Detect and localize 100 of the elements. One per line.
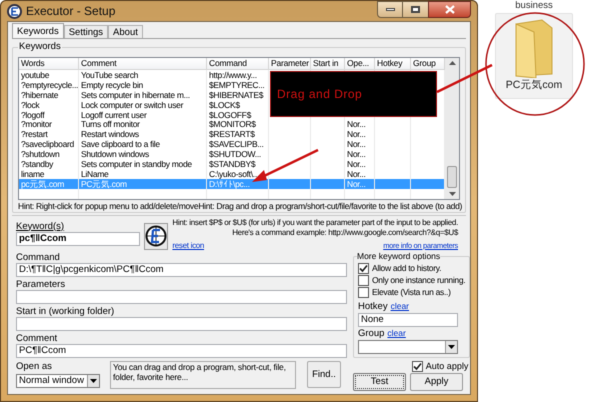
table-cell: http://www.y... [209, 70, 257, 80]
hint-text: Hint: Drag and drop a program/short-cut/file/favorite to the list above (to add) [198, 200, 462, 211]
table-cell: $LOCK$ [209, 100, 240, 110]
table-cell: Nor... [347, 178, 366, 189]
table-cell: pc元気.com [21, 178, 64, 189]
open-as-select[interactable]: Normal window [16, 374, 100, 388]
column-header[interactable]: Words [19, 58, 79, 70]
tab[interactable]: Settings [64, 25, 108, 38]
table-cell: liname [21, 168, 44, 179]
table-cell: Nor... [347, 168, 366, 179]
reset-icon-link[interactable]: reset icon [172, 240, 204, 251]
table-cell: $SHUTDOW... [209, 149, 261, 160]
table-cell: ?lock [21, 100, 40, 110]
clear-link[interactable]: clear [387, 328, 406, 339]
table-cell: C:\yuko-soft\... [209, 168, 259, 179]
hotkey-field[interactable]: None [358, 312, 458, 327]
comment-field[interactable]: PC¶‖Ccom [16, 344, 347, 358]
app-logo-icon [7, 4, 22, 18]
desktop-caption: business [515, 1, 553, 11]
test-button[interactable]: Test [353, 372, 406, 391]
scrollbar[interactable] [445, 58, 459, 199]
clear-link[interactable]: clear [390, 300, 410, 312]
table-cell: Nor... [347, 139, 366, 150]
group-select[interactable] [358, 340, 458, 354]
table-cell: PC元気.com [81, 178, 127, 189]
table-cell: ?saveclipboard [21, 139, 74, 150]
table-cell: $EMPTYREC... [209, 80, 264, 90]
hint-text: Here's a command example: http://www.google.com/search?&q=$U$ [232, 228, 458, 238]
table-cell: Logoff current user [81, 110, 146, 120]
table-cell: $LOGOFF$ [209, 110, 252, 120]
table-cell: Nor... [347, 159, 366, 170]
table-cell: D:\ｻｲﾄ\pc... [209, 178, 250, 189]
find-button[interactable]: Find.. [307, 360, 341, 388]
column-header[interactable]: Command [207, 58, 269, 70]
tab[interactable]: Keywords [12, 23, 64, 38]
table-cell: Shutdown windows [81, 149, 149, 160]
table-cell: Lock computer or switch user [81, 100, 184, 110]
checkbox-label: Allow add to history. [372, 262, 442, 274]
table-cell: Nor... [347, 119, 366, 130]
field-label: Start in (working folder) [16, 306, 116, 317]
table-cell: $MONITOR$ [209, 119, 256, 130]
table-cell: $SAVECLIPB... [209, 139, 264, 150]
checkbox-label: Auto apply [426, 360, 468, 372]
table-cell: Nor... [347, 129, 366, 140]
table-cell: Sets computer in standby mode [81, 159, 192, 170]
start-in-field[interactable] [16, 316, 347, 331]
window-title: Executor - Setup [26, 3, 116, 20]
table-cell: youtube [21, 70, 50, 80]
field-label: Open as [16, 360, 53, 372]
desktop-folder[interactable]: PC元気com [495, 13, 573, 99]
scroll-thumb[interactable] [447, 166, 457, 188]
table-cell: ?logoff [21, 110, 44, 120]
apply-button[interactable]: Apply [410, 372, 463, 391]
checkbox-label: Elevate (Vista run as..) [372, 286, 451, 298]
scroll-up-icon [448, 61, 456, 65]
table-cell: ?shutdown [21, 149, 60, 160]
checkbox[interactable] [358, 274, 369, 286]
drop-zone: You can drag and drop a program, short-cut, file, folder, favorite here... [110, 360, 296, 389]
table-cell: LiName [81, 168, 108, 179]
column-header[interactable]: Ope... [345, 58, 375, 70]
hint-text: Hint: insert $P$ or $U$ (for urls) if you want the parameter part of the input to be applied. [172, 218, 458, 228]
table-cell: $STANDBY$ [209, 159, 256, 170]
scroll-down-icon [448, 192, 456, 196]
checkbox[interactable] [358, 286, 369, 298]
field-label: Comment [16, 332, 58, 344]
folder-label: PC元気com [506, 78, 562, 93]
parameters-field[interactable] [16, 290, 347, 304]
table-cell: Restart windows [81, 129, 139, 140]
tab[interactable]: About [108, 25, 143, 38]
table-cell: Empty recycle bin [81, 80, 143, 90]
close-button[interactable] [428, 1, 471, 18]
column-header[interactable]: Hotkey [375, 58, 411, 70]
table-cell: Nor... [347, 149, 366, 160]
maximize-button[interactable] [403, 1, 428, 18]
checkbox[interactable] [358, 262, 369, 274]
icon-button[interactable] [144, 222, 168, 250]
field-label: Group [358, 328, 384, 339]
column-header[interactable]: Start in [311, 58, 345, 70]
checkbox-label: Only one instance running. [372, 274, 466, 286]
table-cell: ?emptyrecycle... [21, 80, 78, 90]
minimize-button[interactable] [377, 1, 403, 18]
table-cell: Sets computer in hibernate m... [81, 90, 190, 100]
logo-icon [145, 225, 168, 248]
column-header[interactable]: Parameter [269, 58, 311, 70]
checkbox[interactable] [412, 360, 423, 372]
group-title: Keywords [18, 41, 62, 52]
hint-text: Hint: Right-click for popup menu to add/delete/move [18, 200, 198, 211]
field-label: Hotkey [358, 300, 388, 312]
command-field[interactable]: D:\¶T‖C|g\pcgenkicom\PC¶‖Ccom [16, 262, 347, 277]
keyword-field[interactable]: pc¶‖Ccom [16, 232, 140, 246]
table-cell: ?hibernate [21, 90, 58, 100]
table-cell: ?restart [21, 129, 48, 140]
close-icon [444, 5, 454, 14]
table-cell: ?monitor [21, 119, 52, 130]
table-cell: ?standby [21, 159, 54, 170]
field-label: Command [16, 252, 61, 263]
group-title: More keyword options [357, 250, 440, 261]
column-header[interactable]: Group [411, 58, 445, 70]
field-label: Keyword(s) [16, 220, 66, 232]
column-header[interactable]: Comment [79, 58, 207, 70]
